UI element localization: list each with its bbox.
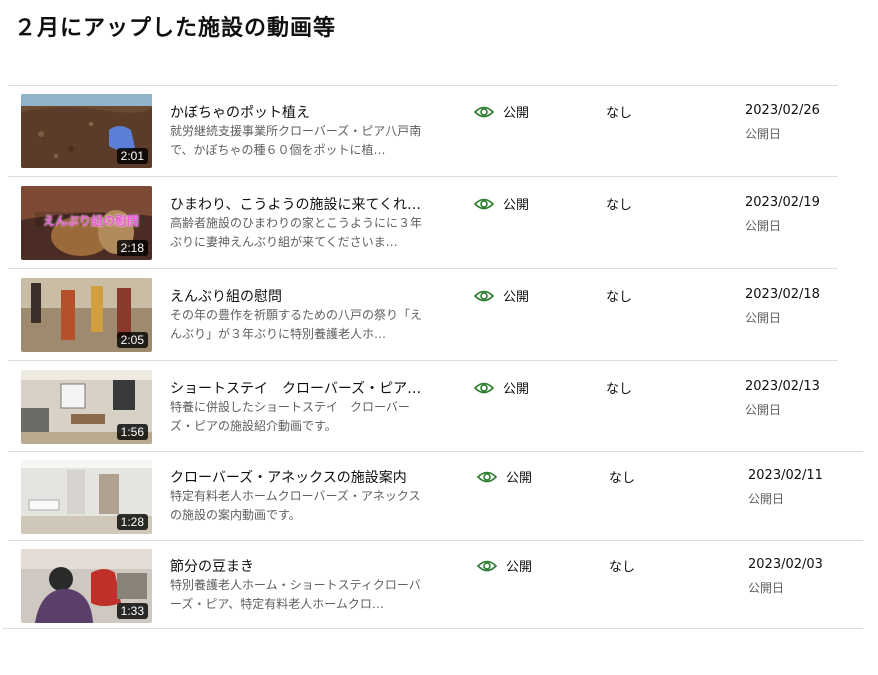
video-thumbnail[interactable]: 2:05 xyxy=(21,278,152,352)
eye-icon xyxy=(474,382,494,393)
publish-date-label: 公開日 xyxy=(748,492,785,506)
restrictions-value: なし xyxy=(606,290,633,305)
eye-icon xyxy=(474,290,494,301)
video-row[interactable]: 1:33 節分の豆まき 特別養護老人ホーム・ショートスティクローバーズ・ピア、特… xyxy=(0,540,870,632)
publish-date: 2023/02/03 xyxy=(748,557,823,572)
publish-date-label: 公開日 xyxy=(745,311,782,325)
eye-icon xyxy=(477,471,497,482)
video-row[interactable]: 2:01 かぼちゃのポット植え 就労継続支援事業所クローバーズ・ピア八戸南で、か… xyxy=(0,85,840,177)
visibility-status[interactable]: 公開 xyxy=(474,378,529,397)
video-duration: 2:18 xyxy=(116,240,148,256)
restrictions-value: なし xyxy=(606,382,633,397)
publish-date-label: 公開日 xyxy=(748,581,785,595)
video-description: 就労継続支援事業所クローバーズ・ピア八戸南で、かぼちゃの種６０個をポットに植… xyxy=(170,124,422,157)
video-duration: 1:28 xyxy=(116,514,148,530)
video-thumbnail[interactable]: 2:01 xyxy=(21,94,152,168)
video-title[interactable]: ひまわり、こうようの施設に来てくれ… xyxy=(170,194,425,214)
video-thumbnail[interactable]: えんぶり組の慰問 2:18 xyxy=(21,186,152,260)
visibility-label: 公開 xyxy=(506,560,533,575)
publish-date: 2023/02/18 xyxy=(745,287,820,302)
eye-icon xyxy=(477,560,497,571)
visibility-label: 公開 xyxy=(503,106,530,121)
video-description: 特定有料老人ホームクローバーズ・アネックスの施設の案内動画です。 xyxy=(170,489,421,522)
publish-date: 2023/02/26 xyxy=(745,103,820,118)
publish-date-label: 公開日 xyxy=(745,127,782,141)
visibility-status[interactable]: 公開 xyxy=(474,194,529,213)
video-thumbnail[interactable]: 1:28 xyxy=(21,460,152,534)
video-title[interactable]: クローバーズ・アネックスの施設案内 xyxy=(170,467,425,487)
restrictions-value: なし xyxy=(606,106,633,121)
video-title[interactable]: えんぶり組の慰問 xyxy=(170,286,425,306)
thumbnail-caption: えんぶり組の慰問 xyxy=(43,214,140,228)
publish-date: 2023/02/11 xyxy=(748,468,823,483)
video-description: その年の豊作を祈願するための八戸の祭り「えんぶり」が３年ぶりに特別養護老人ホ… xyxy=(170,308,423,341)
visibility-status[interactable]: 公開 xyxy=(474,286,529,305)
video-duration: 1:33 xyxy=(116,603,148,619)
row-divider xyxy=(2,628,863,629)
publish-date: 2023/02/19 xyxy=(745,195,820,210)
video-thumbnail[interactable]: 1:56 xyxy=(21,370,152,444)
video-duration: 2:05 xyxy=(116,332,148,348)
video-row[interactable]: 2:05 えんぶり組の慰問 その年の豊作を祈願するための八戸の祭り「えんぶり」が… xyxy=(0,269,840,361)
eye-icon xyxy=(474,198,494,209)
visibility-status[interactable]: 公開 xyxy=(477,467,532,486)
video-description: 特養に併設したショートステイ クローバーズ・ピアの施設紹介動画です。 xyxy=(170,400,410,433)
restrictions-value: なし xyxy=(609,471,636,486)
video-row[interactable]: 1:28 クローバーズ・アネックスの施設案内 特定有料老人ホームクローバーズ・ア… xyxy=(0,451,870,543)
visibility-label: 公開 xyxy=(503,290,530,305)
video-title[interactable]: ショートステイ クローバーズ・ピア… xyxy=(170,378,425,398)
visibility-status[interactable]: 公開 xyxy=(477,556,532,575)
publish-date: 2023/02/13 xyxy=(745,379,820,394)
visibility-status[interactable]: 公開 xyxy=(474,102,529,121)
eye-icon xyxy=(474,106,494,117)
video-row[interactable]: えんぶり組の慰問 2:18 ひまわり、こうようの施設に来てくれ… 高齢者施設のひ… xyxy=(0,177,840,269)
video-title[interactable]: かぼちゃのポット植え xyxy=(170,102,425,122)
video-description: 特別養護老人ホーム・ショートスティクローバーズ・ピア、特定有料老人ホームクロ… xyxy=(170,578,421,611)
visibility-label: 公開 xyxy=(503,198,530,213)
visibility-label: 公開 xyxy=(503,382,530,397)
publish-date-label: 公開日 xyxy=(745,219,782,233)
page-title: ２月にアップした施設の動画等 xyxy=(14,16,337,41)
video-title[interactable]: 節分の豆まき xyxy=(170,556,425,576)
video-thumbnail[interactable]: 1:33 xyxy=(21,549,152,623)
restrictions-value: なし xyxy=(606,198,633,213)
restrictions-value: なし xyxy=(609,560,636,575)
video-description: 高齢者施設のひまわりの家とこうようにに３年ぶりに妻神えんぶり組が来てくださいま… xyxy=(170,216,423,249)
video-duration: 1:56 xyxy=(116,424,148,440)
video-row[interactable]: 1:56 ショートステイ クローバーズ・ピア… 特養に併設したショートステイ ク… xyxy=(0,361,840,453)
publish-date-label: 公開日 xyxy=(745,403,782,417)
visibility-label: 公開 xyxy=(506,471,533,486)
video-duration: 2:01 xyxy=(116,148,148,164)
